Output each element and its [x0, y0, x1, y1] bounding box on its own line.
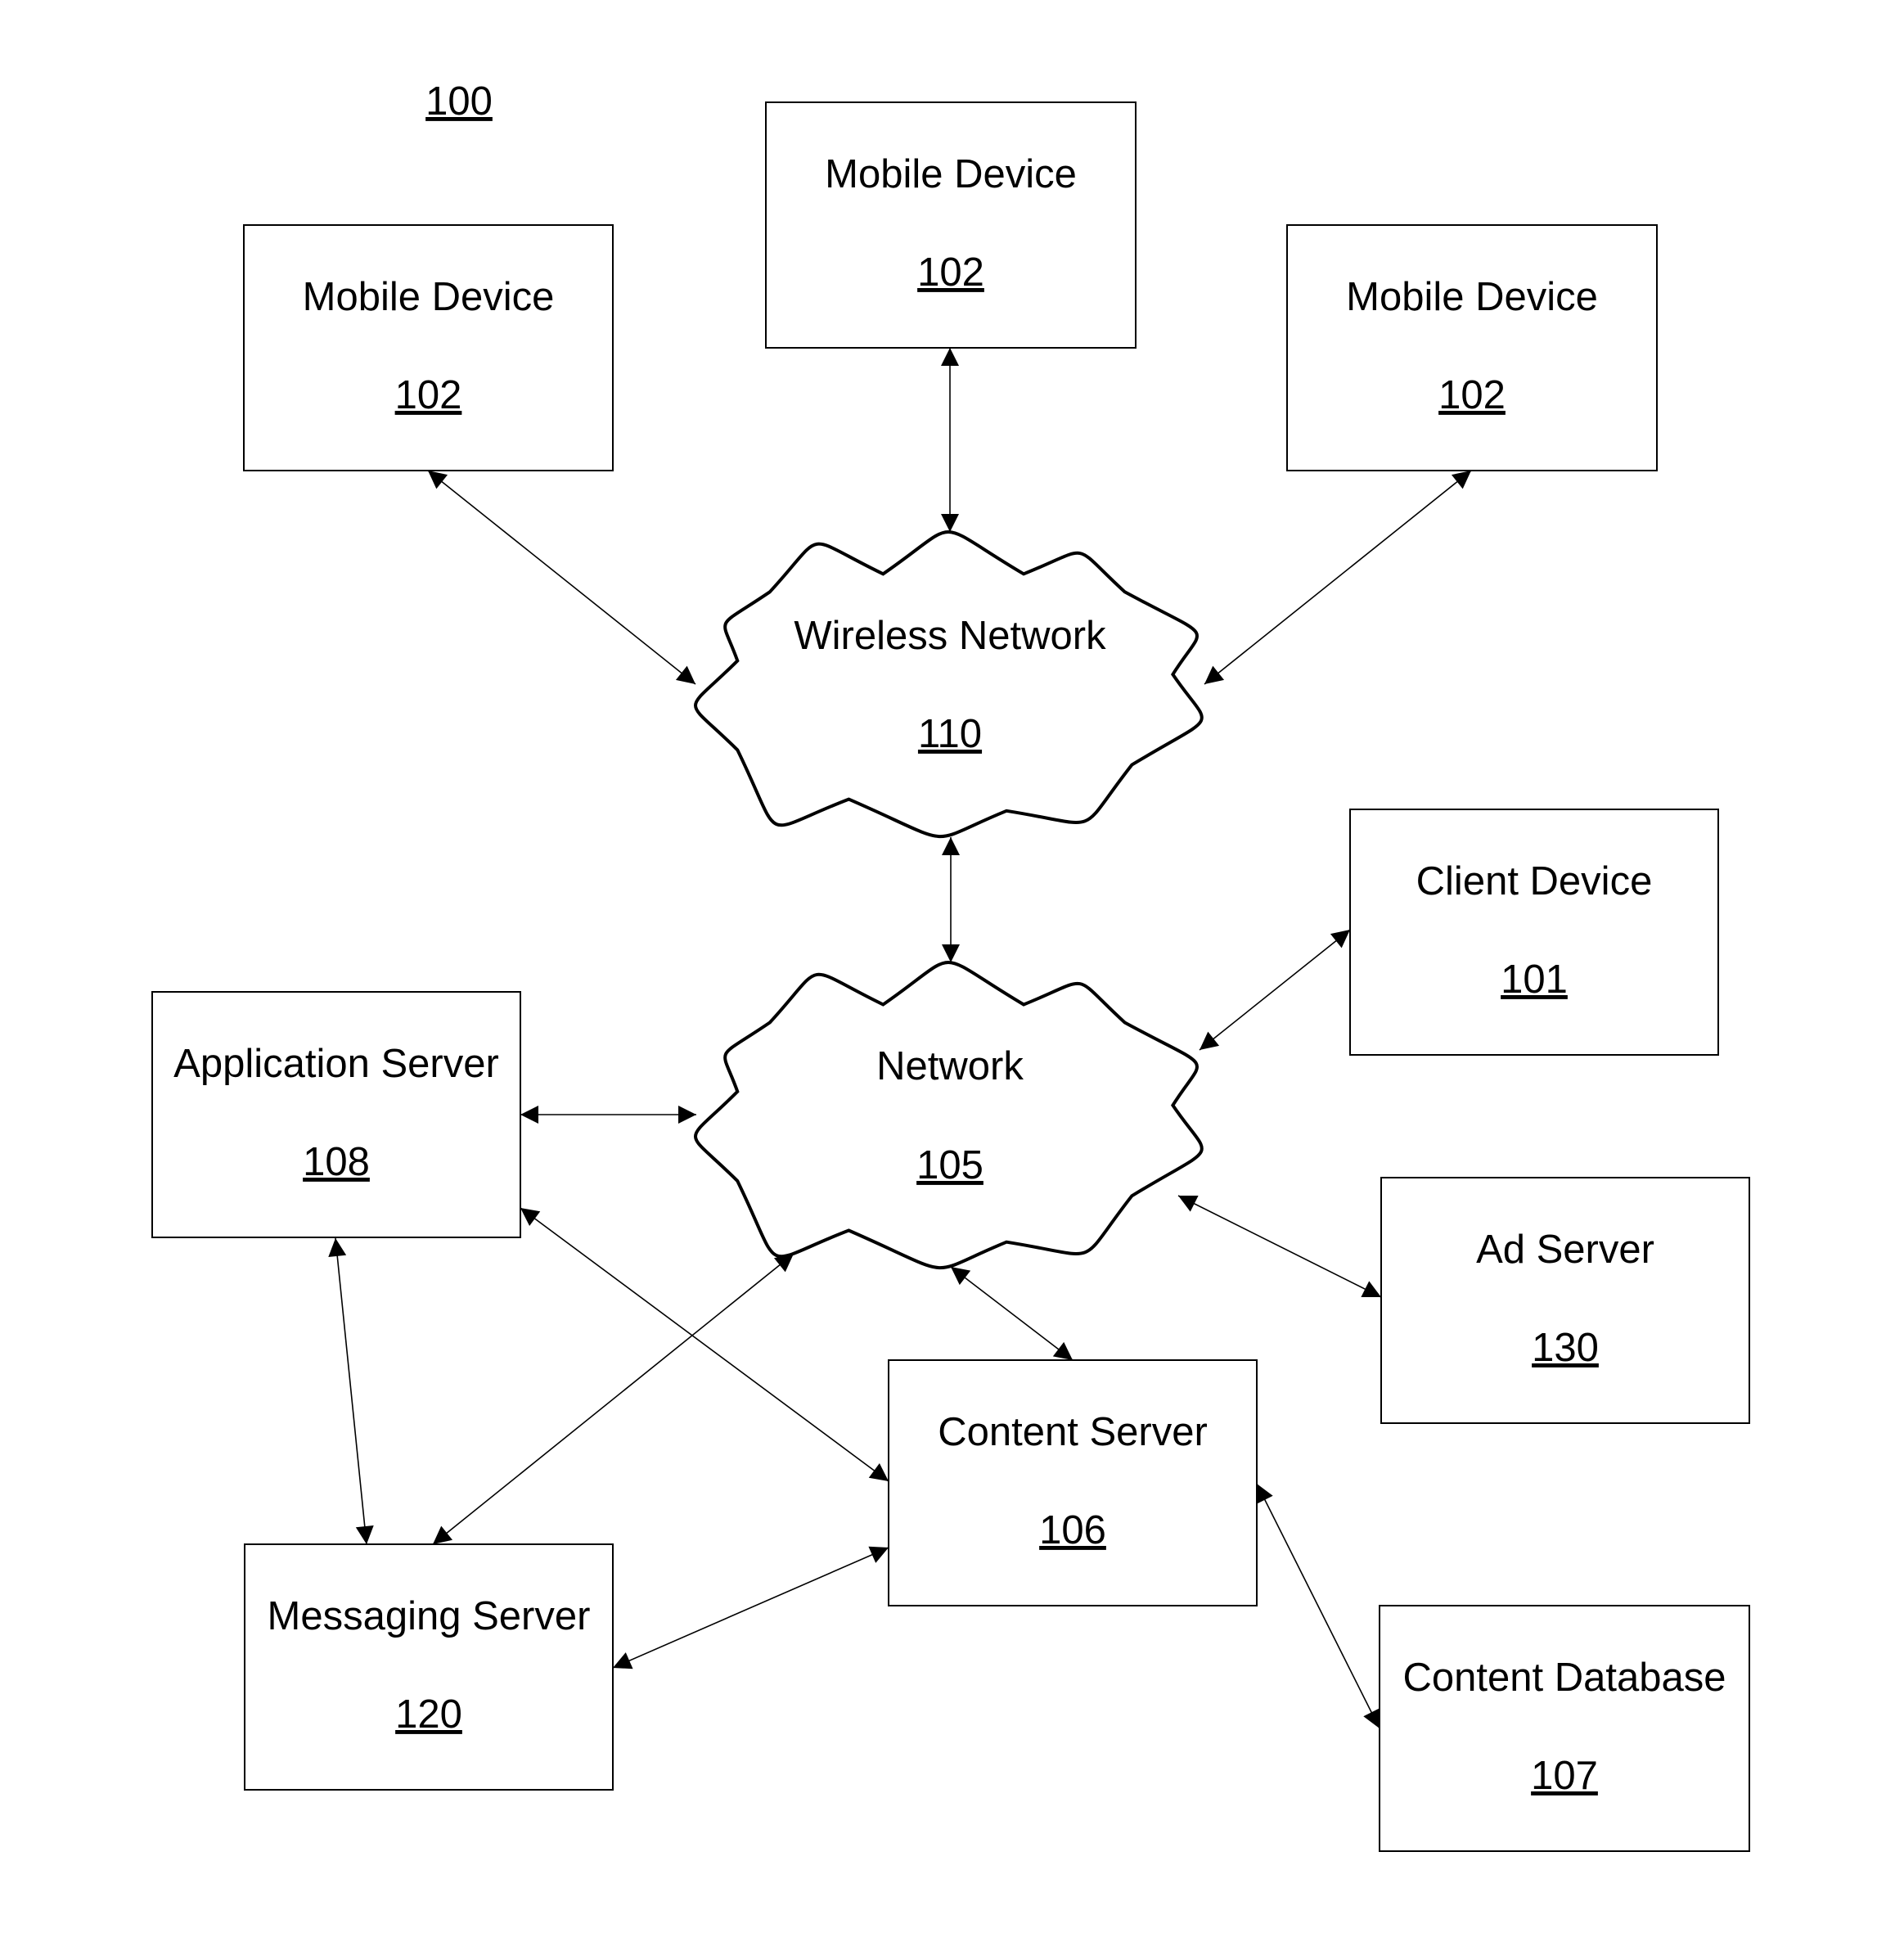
arrowhead-icon	[942, 837, 960, 855]
connection-network-to-messaging-server	[432, 1253, 794, 1545]
connection-line	[1204, 470, 1472, 685]
arrowhead-icon	[520, 1208, 541, 1226]
node-messaging-server: Messaging Server 120	[244, 1543, 614, 1791]
arrowhead-icon	[678, 1106, 696, 1124]
node-box	[1286, 224, 1658, 471]
node-box	[765, 101, 1137, 349]
node-reference-numeral: 110	[918, 712, 982, 756]
arrowhead-icon	[355, 1525, 374, 1544]
connection-content-server-to-content-database	[1256, 1483, 1380, 1729]
arrowhead-icon	[941, 514, 959, 532]
node-label: Network	[876, 1044, 1024, 1088]
node-mobile-device-left: Mobile Device 102	[243, 224, 614, 471]
connection-line	[612, 1547, 889, 1669]
node-label: Content Database	[1403, 1656, 1726, 1700]
node-reference-numeral: 105	[916, 1143, 984, 1187]
connection-client-device-to-network	[1199, 929, 1351, 1051]
node-client-device: Client Device 101	[1349, 809, 1719, 1056]
arrowhead-icon	[941, 348, 959, 366]
node-network: Network 105	[694, 960, 1204, 1269]
connection-application-server-to-content-server	[520, 1207, 889, 1482]
connection-application-server-to-messaging-server	[328, 1237, 374, 1545]
connection-line	[1177, 1195, 1382, 1298]
arrowhead-icon	[1451, 471, 1471, 489]
connection-mobile-device-right-to-wireless-network	[1204, 470, 1472, 685]
arrowhead-icon	[951, 1267, 971, 1286]
arrowhead-icon	[1204, 665, 1225, 684]
system-diagram: 100 Mobile Device 102 Mobile Device 102 …	[151, 79, 1750, 1852]
node-label: Client Device	[1416, 859, 1653, 903]
node-label: Mobile Device	[303, 275, 555, 319]
connection-line	[950, 1266, 1074, 1361]
node-reference-numeral: 102	[917, 250, 984, 295]
node-box	[243, 224, 614, 471]
connection-application-server-to-network	[520, 1106, 696, 1124]
arrowhead-icon	[1200, 1031, 1220, 1050]
connection-messaging-server-to-content-server	[612, 1546, 889, 1669]
arrowhead-icon	[428, 471, 448, 489]
nodes: 100 Mobile Device 102 Mobile Device 102 …	[151, 79, 1750, 1852]
node-mobile-device-right: Mobile Device 102	[1286, 224, 1658, 471]
connection-line	[432, 1253, 794, 1545]
node-label: Wireless Network	[794, 614, 1106, 658]
connection-line	[520, 1207, 889, 1482]
node-content-database: Content Database 107	[1379, 1605, 1750, 1852]
node-mobile-device-center: Mobile Device 102	[765, 101, 1137, 349]
connection-network-to-ad-server	[1177, 1195, 1382, 1298]
node-reference-numeral: 130	[1532, 1326, 1599, 1370]
arrowhead-icon	[328, 1238, 347, 1257]
node-box	[244, 1543, 614, 1791]
connection-line	[1199, 929, 1351, 1051]
node-reference-numeral: 102	[1438, 373, 1506, 417]
node-content-server: Content Server 106	[888, 1359, 1258, 1606]
connection-mobile-device-left-to-wireless-network	[427, 470, 696, 685]
arrowhead-icon	[942, 944, 960, 962]
node-label: Application Server	[173, 1042, 499, 1086]
node-reference-numeral: 102	[395, 373, 462, 417]
node-label: Ad Server	[1476, 1228, 1654, 1272]
arrowhead-icon	[1330, 930, 1350, 948]
node-box	[151, 991, 521, 1238]
connection-wireless-network-to-network	[942, 837, 960, 962]
node-reference-numeral: 108	[303, 1140, 370, 1184]
connection-network-to-content-server	[950, 1266, 1074, 1361]
node-reference-numeral: 107	[1531, 1754, 1598, 1798]
arrowhead-icon	[675, 665, 695, 684]
arrowhead-icon	[1052, 1341, 1073, 1360]
connection-mobile-device-center-to-wireless-network	[941, 348, 959, 532]
node-box	[1380, 1177, 1750, 1424]
cloud-shape-icon	[694, 960, 1204, 1269]
cloud-shape-icon	[694, 530, 1204, 838]
arrowhead-icon	[520, 1106, 538, 1124]
arrowhead-icon	[868, 1463, 889, 1481]
node-wireless-network: Wireless Network 110	[694, 530, 1204, 838]
node-box	[888, 1359, 1258, 1606]
node-reference-numeral: 101	[1501, 957, 1568, 1002]
connection-line	[335, 1237, 367, 1545]
node-ad-server: Ad Server 130	[1380, 1177, 1750, 1424]
node-label: Mobile Device	[1346, 275, 1598, 319]
node-application-server: Application Server 108	[151, 991, 521, 1238]
node-box	[1349, 809, 1719, 1056]
figure-reference-numeral: 100	[425, 79, 493, 124]
connection-line	[1256, 1483, 1380, 1729]
connection-line	[427, 470, 696, 685]
arrowhead-icon	[433, 1525, 453, 1544]
node-box	[1379, 1605, 1750, 1852]
node-label: Content Server	[938, 1410, 1208, 1454]
node-reference-numeral: 106	[1039, 1508, 1106, 1552]
node-reference-numeral: 120	[395, 1692, 462, 1737]
node-label: Mobile Device	[825, 152, 1077, 196]
node-label: Messaging Server	[268, 1594, 591, 1638]
